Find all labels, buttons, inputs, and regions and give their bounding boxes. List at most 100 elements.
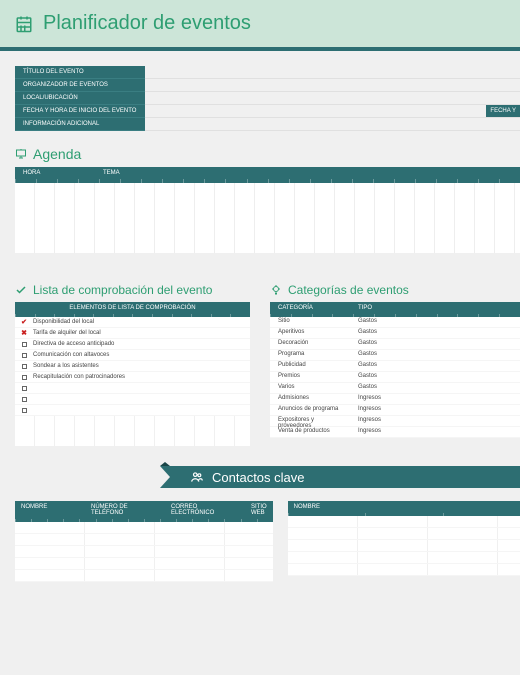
- checklist-row[interactable]: [15, 394, 250, 405]
- calendar-icon: [15, 15, 33, 33]
- checkbox-icon[interactable]: [15, 342, 33, 347]
- info-label-datetime: FECHA Y HORA DE INICIO DEL EVENTO: [15, 105, 145, 118]
- contacts-ribbon-section: Contactos clave: [0, 466, 520, 491]
- checklist-row[interactable]: Directiva de acceso anticipado: [15, 339, 250, 350]
- contacts-col-name: NOMBRE: [15, 501, 85, 519]
- category-name: Publicidad: [270, 361, 350, 371]
- info-label-title: TÍTULO DEL EVENTO: [15, 66, 145, 79]
- checkbox-icon[interactable]: [15, 375, 33, 380]
- checkbox-icon[interactable]: [15, 353, 33, 358]
- category-name: Decoración: [270, 339, 350, 349]
- contacts2-header-row: NOMBRE: [288, 501, 520, 513]
- info-value-datetime[interactable]: FECHA Y: [145, 105, 520, 118]
- category-type: Ingresos: [350, 405, 520, 415]
- category-row[interactable]: SitioGastos: [270, 317, 520, 328]
- contacts-body[interactable]: [15, 522, 273, 582]
- contacts-title: Contactos clave: [212, 470, 305, 485]
- checklist-row[interactable]: [15, 405, 250, 416]
- checklist-item-text: Disponibilidad del local: [33, 319, 94, 325]
- checklist-empty-area[interactable]: [15, 416, 250, 446]
- contacts2-body[interactable]: [288, 516, 520, 576]
- category-name: Expositores y proveedores: [270, 416, 350, 426]
- checklist-row[interactable]: Comunicación con altavoces: [15, 350, 250, 361]
- checklist-row[interactable]: ✖Tarifa de alquiler del local: [15, 328, 250, 339]
- checklist-row[interactable]: Sondear a los asistentes: [15, 361, 250, 372]
- checklist-item-text: Sondear a los asistentes: [33, 363, 99, 369]
- category-type: Gastos: [350, 339, 520, 349]
- info-extra-date-label: FECHA Y: [486, 105, 520, 117]
- category-name: Anuncios de programa: [270, 405, 350, 415]
- info-label-location: LOCAL/UBICACIÓN: [15, 92, 145, 105]
- contacts-ribbon: Contactos clave: [170, 466, 520, 488]
- people-icon: [190, 470, 204, 484]
- agenda-title: Agenda: [33, 146, 81, 162]
- category-name: Premios: [270, 372, 350, 382]
- checkbox-icon[interactable]: ✖: [15, 329, 33, 337]
- agenda-body[interactable]: [15, 183, 520, 253]
- category-row[interactable]: PremiosGastos: [270, 372, 520, 383]
- category-name: Varios: [270, 383, 350, 393]
- category-type: Gastos: [350, 361, 520, 371]
- categories-col-category: CATEGORÍA: [270, 302, 350, 314]
- category-name: Sitio: [270, 317, 350, 327]
- category-type: Ingresos: [350, 427, 520, 437]
- checklist-row[interactable]: Recapitulación con patrocinadores: [15, 372, 250, 383]
- checklist-title: Lista de comprobación del evento: [33, 283, 212, 297]
- contacts-col-website: SITIO WEB: [245, 501, 273, 519]
- lightbulb-icon: [270, 284, 282, 296]
- header-divider: [0, 47, 520, 51]
- info-label-additional: INFORMACIÓN ADICIONAL: [15, 118, 145, 131]
- checkbox-icon[interactable]: [15, 408, 33, 413]
- category-row[interactable]: ProgramaGastos: [270, 350, 520, 361]
- category-row[interactable]: VariosGastos: [270, 383, 520, 394]
- info-label-organizer: ORGANIZADOR DE EVENTOS: [15, 79, 145, 92]
- checkbox-icon[interactable]: ✔: [15, 318, 33, 326]
- checklist-row[interactable]: ✔Disponibilidad del local: [15, 317, 250, 328]
- checkbox-icon[interactable]: [15, 364, 33, 369]
- categories-col-type: TIPO: [350, 302, 520, 314]
- category-row[interactable]: Expositores y proveedoresIngresos: [270, 416, 520, 427]
- info-value-organizer[interactable]: [145, 79, 520, 92]
- categories-header-row: CATEGORÍA TIPO: [270, 302, 520, 314]
- event-info-section: TÍTULO DEL EVENTO ORGANIZADOR DE EVENTOS…: [15, 66, 520, 131]
- contacts-header-row: NOMBRE NÚMERO DE TELÉFONO CORREO ELECTRÓ…: [15, 501, 273, 519]
- category-row[interactable]: DecoraciónGastos: [270, 339, 520, 350]
- contacts-col-email: CORREO ELECTRÓNICO: [165, 501, 245, 519]
- categories-title: Categorías de eventos: [288, 283, 409, 297]
- contacts-table-main: NOMBRE NÚMERO DE TELÉFONO CORREO ELECTRÓ…: [15, 501, 273, 582]
- category-name: Admisiones: [270, 394, 350, 404]
- presentation-icon: [15, 148, 27, 160]
- checklist-row[interactable]: [15, 383, 250, 394]
- category-row[interactable]: Venta de productosIngresos: [270, 427, 520, 438]
- agenda-header-row: HORA TEMA: [15, 167, 520, 179]
- info-value-location[interactable]: [145, 92, 520, 105]
- category-row[interactable]: PublicidadGastos: [270, 361, 520, 372]
- category-row[interactable]: AperitivosGastos: [270, 328, 520, 339]
- info-value-title[interactable]: [145, 66, 520, 79]
- category-type: Ingresos: [350, 416, 520, 426]
- checklist-item-text: Comunicación con altavoces: [33, 352, 109, 358]
- category-type: Gastos: [350, 317, 520, 327]
- contacts-col-phone: NÚMERO DE TELÉFONO: [85, 501, 165, 519]
- checkbox-icon[interactable]: [15, 386, 33, 391]
- checklist-item-text: Tarifa de alquiler del local: [33, 330, 101, 336]
- categories-body: SitioGastosAperitivosGastosDecoraciónGas…: [270, 317, 520, 438]
- info-labels-column: TÍTULO DEL EVENTO ORGANIZADOR DE EVENTOS…: [15, 66, 145, 131]
- category-type: Ingresos: [350, 394, 520, 404]
- category-type: Gastos: [350, 383, 520, 393]
- check-icon: [15, 284, 27, 296]
- info-value-additional[interactable]: [145, 118, 520, 131]
- category-row[interactable]: Anuncios de programaIngresos: [270, 405, 520, 416]
- category-row[interactable]: AdmisionesIngresos: [270, 394, 520, 405]
- checklist-item-text: Directiva de acceso anticipado: [33, 341, 114, 347]
- contacts2-tick-row: [288, 513, 520, 516]
- contacts2-col-name: NOMBRE: [288, 501, 520, 513]
- agenda-col-hora: HORA: [15, 167, 95, 179]
- agenda-section-header: Agenda: [15, 146, 520, 162]
- checklist-item-text: Recapitulación con patrocinadores: [33, 374, 125, 380]
- category-type: Gastos: [350, 328, 520, 338]
- category-name: Programa: [270, 350, 350, 360]
- checkbox-icon[interactable]: [15, 397, 33, 402]
- categories-section-header: Categorías de eventos: [270, 283, 520, 297]
- checklist-section-header: Lista de comprobación del evento: [15, 283, 250, 297]
